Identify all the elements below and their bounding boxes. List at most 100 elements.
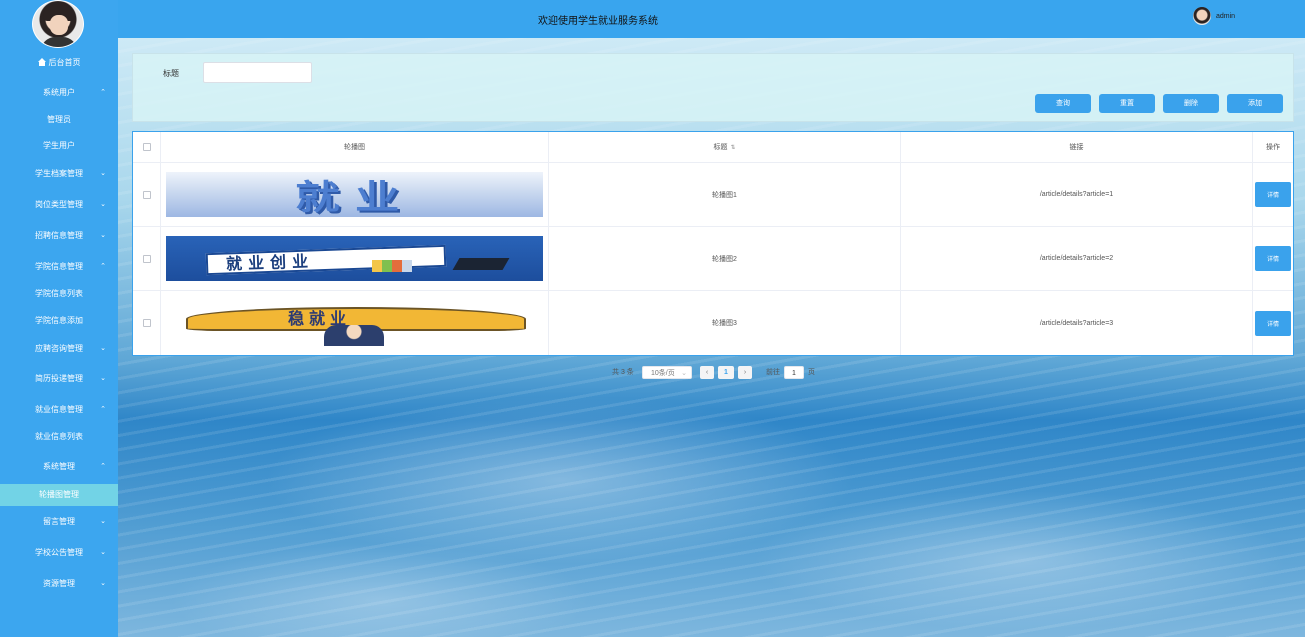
sidebar-item-label: 招聘信息管理 xyxy=(35,231,83,240)
column-header-link: 链接 xyxy=(901,132,1253,162)
column-header-title[interactable]: 标题 ⇅ xyxy=(549,132,901,162)
sidebar-item-home[interactable]: 后台首页 xyxy=(0,53,118,73)
chevron-right-icon: › xyxy=(743,369,747,376)
page-number-current[interactable]: 1 xyxy=(718,366,734,379)
chevron-left-icon: ‹ xyxy=(705,369,709,376)
sidebar-item-1[interactable]: 管理员 xyxy=(0,110,118,130)
sidebar-item-9[interactable]: 应聘咨询管理 ⌄ xyxy=(0,339,118,359)
add-button[interactable]: 添加 xyxy=(1227,94,1283,113)
banner-image: 就业 xyxy=(166,172,543,217)
title-filter-label: 标题 xyxy=(163,69,179,78)
sidebar-item-label: 系统管理 xyxy=(43,462,75,471)
sidebar-item-16[interactable]: 学校公告管理 ⌄ xyxy=(0,543,118,563)
detail-button[interactable]: 详情 xyxy=(1255,182,1291,207)
column-header-action: 操作 xyxy=(1266,144,1280,151)
sidebar-item-17[interactable]: 资源管理 ⌄ xyxy=(0,574,118,594)
row-checkbox[interactable] xyxy=(142,319,151,327)
chevron-down-icon: ⌄ xyxy=(100,232,106,239)
prev-page-button[interactable]: ‹ xyxy=(700,366,714,379)
sidebar-item-label: 学院信息管理 xyxy=(35,262,83,271)
chevron-down-icon: ⌄ xyxy=(100,345,106,352)
page-size-select[interactable]: 10条/页 ⌄ xyxy=(642,366,692,379)
delete-button[interactable]: 删除 xyxy=(1163,94,1219,113)
sidebar-item-0[interactable]: 系统用户 ⌃ xyxy=(0,83,118,103)
sidebar-item-5[interactable]: 招聘信息管理 ⌄ xyxy=(0,226,118,246)
banner-text: 就业 xyxy=(294,179,415,217)
query-button[interactable]: 查询 xyxy=(1035,94,1091,113)
chevron-up-icon: ⌃ xyxy=(100,89,106,96)
sidebar-item-14[interactable]: 轮播图管理 xyxy=(0,484,118,506)
chevron-down-icon: ⌄ xyxy=(100,580,106,587)
goto-label: 前往 xyxy=(766,369,780,376)
row-title: 轮播图1 xyxy=(549,163,901,226)
sidebar-item-15[interactable]: 留言管理 ⌄ xyxy=(0,512,118,532)
row-title: 轮播图2 xyxy=(549,227,901,290)
detail-button[interactable]: 详情 xyxy=(1255,246,1291,271)
chevron-down-icon: ⌄ xyxy=(100,549,106,556)
row-checkbox[interactable] xyxy=(142,254,151,263)
user-avatar[interactable] xyxy=(1193,7,1211,25)
sidebar-item-label: 简历投递管理 xyxy=(35,374,83,383)
sidebar-item-label: 学生档案管理 xyxy=(35,169,83,178)
chevron-up-icon: ⌃ xyxy=(100,406,106,413)
table-row: 就业创业 轮播图2 /article/details?article=2 详情 xyxy=(133,227,1293,291)
books-icon xyxy=(372,260,412,272)
sidebar-item-13[interactable]: 系统管理 ⌃ xyxy=(0,457,118,477)
banner-image: 就业创业 xyxy=(166,236,543,281)
sidebar-item-label: 学院信息列表 xyxy=(35,289,83,298)
sidebar-avatar xyxy=(32,0,84,48)
student-figure-icon xyxy=(324,324,384,346)
page-size-value: 10条/页 xyxy=(651,370,675,377)
banner-text: 就业创业 xyxy=(225,253,315,274)
sidebar-item-label: 应聘咨询管理 xyxy=(35,344,83,353)
sidebar-item-label: 资源管理 xyxy=(43,579,75,588)
home-icon xyxy=(37,58,46,66)
page-unit: 页 xyxy=(808,369,815,376)
detail-button[interactable]: 详情 xyxy=(1255,310,1291,336)
sidebar-item-label: 后台首页 xyxy=(48,58,81,67)
top-header: 欢迎使用学生就业服务系统 admin xyxy=(118,0,1305,38)
sidebar-item-label: 就业信息管理 xyxy=(35,405,83,414)
chevron-down-icon: ⌄ xyxy=(100,518,106,525)
chevron-up-icon: ⌃ xyxy=(100,263,106,270)
sidebar-item-label: 学院信息添加 xyxy=(35,316,83,325)
chevron-down-icon: ⌄ xyxy=(100,170,106,177)
user-name[interactable]: admin xyxy=(1216,13,1235,20)
sort-icon[interactable]: ⇅ xyxy=(730,144,735,151)
row-link: /article/details?article=2 xyxy=(901,227,1253,290)
row-checkbox[interactable] xyxy=(142,190,151,199)
row-link: /article/details?article=1 xyxy=(901,163,1253,226)
table-header-row: 轮播图 标题 ⇅ 链接 操作 xyxy=(133,132,1293,163)
sidebar-item-11[interactable]: 就业信息管理 ⌃ xyxy=(0,400,118,420)
sidebar-item-label: 轮播图管理 xyxy=(39,490,79,499)
sidebar-item-2[interactable]: 学生用户 xyxy=(0,136,118,156)
page-title: 欢迎使用学生就业服务系统 xyxy=(538,16,658,27)
banner-table: 轮播图 标题 ⇅ 链接 操作 就业 轮播图1 /article/details?a… xyxy=(132,131,1294,356)
sidebar-item-3[interactable]: 学生档案管理 ⌄ xyxy=(0,164,118,184)
select-all-checkbox[interactable] xyxy=(142,143,151,151)
graduation-cap-icon xyxy=(452,258,510,270)
pagination-total: 共 3 条 xyxy=(612,369,634,376)
sidebar-item-6[interactable]: 学院信息管理 ⌃ xyxy=(0,257,118,277)
chevron-down-icon: ⌄ xyxy=(100,201,106,208)
goto-page-input[interactable]: 1 xyxy=(784,366,804,379)
chevron-down-icon: ⌄ xyxy=(681,370,687,377)
banner-image: 稳就业 xyxy=(166,300,543,346)
sidebar-item-label: 就业信息列表 xyxy=(35,432,83,441)
sidebar-item-10[interactable]: 简历投递管理 ⌄ xyxy=(0,369,118,389)
row-title: 轮播图3 xyxy=(549,291,901,355)
reset-button[interactable]: 重置 xyxy=(1099,94,1155,113)
sidebar-item-7[interactable]: 学院信息列表 xyxy=(0,284,118,304)
row-link: /article/details?article=3 xyxy=(901,291,1253,355)
search-panel: 标题 查询 重置 删除 添加 xyxy=(132,53,1294,122)
sidebar: 后台首页 系统用户 ⌃ 管理员学生用户学生档案管理 ⌄ 岗位类型管理 ⌄ 招聘信息管理 ⌄ 学院… xyxy=(0,0,118,637)
next-page-button[interactable]: › xyxy=(738,366,752,379)
sidebar-item-12[interactable]: 就业信息列表 xyxy=(0,427,118,447)
sidebar-item-8[interactable]: 学院信息添加 xyxy=(0,311,118,331)
column-header-image: 轮播图 xyxy=(161,132,549,162)
title-search-input[interactable] xyxy=(203,62,312,83)
sidebar-item-label: 岗位类型管理 xyxy=(35,200,83,209)
chevron-down-icon: ⌄ xyxy=(100,375,106,382)
sidebar-item-4[interactable]: 岗位类型管理 ⌄ xyxy=(0,195,118,215)
sidebar-item-label: 管理员 xyxy=(47,115,71,124)
